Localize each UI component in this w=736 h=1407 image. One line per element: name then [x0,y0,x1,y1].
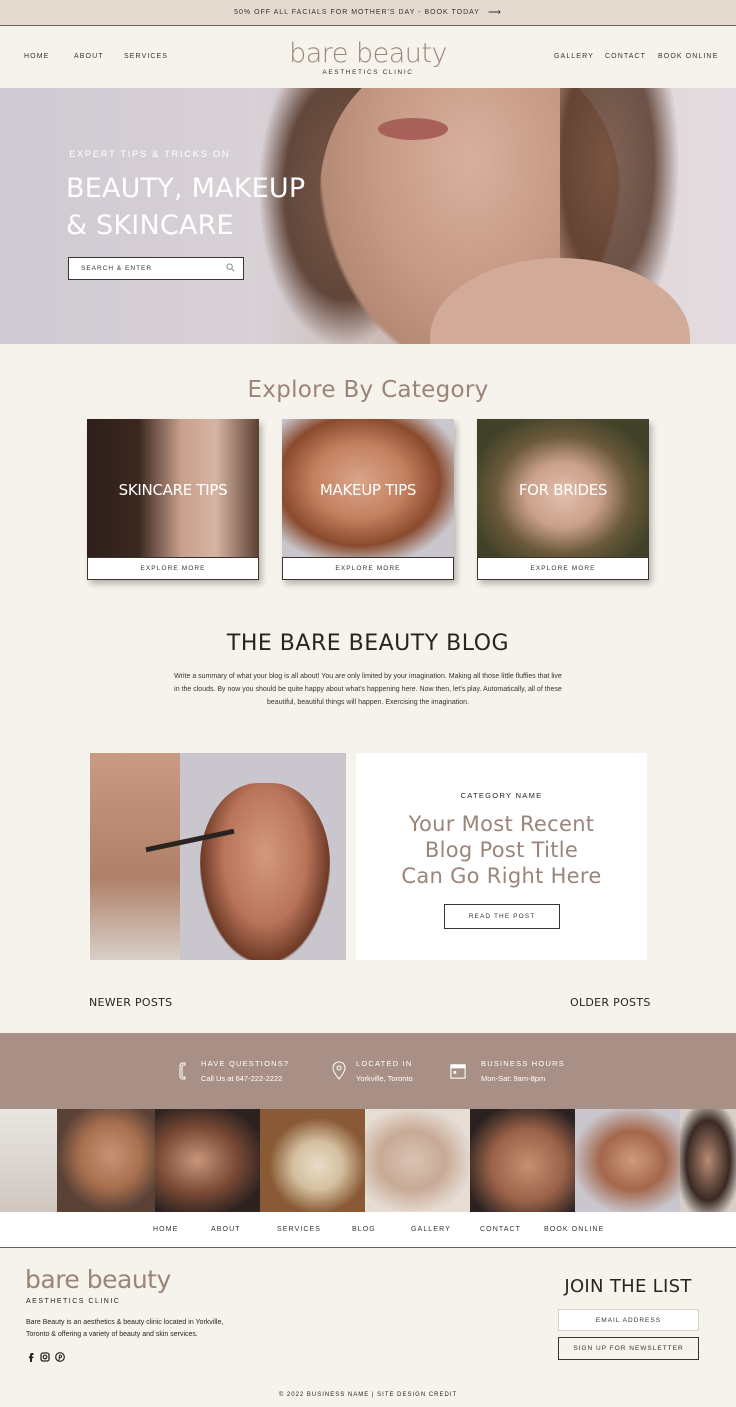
explore-title: Explore By Category [247,377,489,403]
footer-logo-subtitle: AESTHETICS CLINIC [26,1298,121,1305]
post-category[interactable]: CATEGORY NAME [356,791,647,800]
blog-description: Write a summary of what your blog is all… [174,673,562,706]
search-placeholder: SEARCH & ENTER [81,265,153,272]
instagram-photo[interactable] [57,1109,155,1212]
footer-nav-home[interactable]: HOME [153,1226,178,1233]
footer-nav-contact[interactable]: CONTACT [480,1226,521,1233]
calendar-icon [450,1064,466,1079]
category-label: MAKEUP TIPS [319,481,417,499]
info-title: LOCATED IN [356,1059,413,1068]
instagram-photo[interactable] [155,1109,260,1212]
post-title-line: Your Most Recent [408,812,595,836]
newsletter-signup-button[interactable]: SIGN UP FOR NEWSLETTER [558,1337,699,1360]
info-title: BUSINESS HOURS [481,1059,565,1068]
search-icon[interactable] [226,263,235,272]
hero-title-line: & SKINCARE [66,210,234,241]
post-title-line: Can Go Right Here [401,864,602,888]
instagram-photo[interactable] [680,1109,736,1212]
info-bar: HAVE QUESTIONS? Call Us at 647-222-2222 … [0,1033,736,1109]
phone-icon [179,1062,186,1080]
instagram-icon[interactable] [40,1352,50,1362]
footer-logo[interactable]: bare beauty [25,1265,171,1294]
instagram-feed [0,1109,736,1212]
footer-nav-about[interactable]: ABOUT [211,1226,241,1233]
hero-title-line: BEAUTY, MAKEUP [66,173,306,204]
location-pin-icon [332,1061,346,1080]
footer-nav-blog[interactable]: BLOG [352,1226,376,1233]
nav-book-online[interactable]: BOOK ONLINE [658,53,718,60]
footer-description: Bare Beauty is an aesthetics & beauty cl… [26,1319,224,1338]
post-title[interactable]: Your Most Recent Blog Post Title Can Go … [356,811,647,889]
explore-more-button[interactable]: EXPLORE MORE [87,557,259,580]
nav-contact[interactable]: CONTACT [605,53,646,60]
copyright-text: © 2022 BUSINESS NAME | SITE DESIGN CREDI… [278,1392,458,1398]
instagram-photo[interactable] [0,1109,57,1212]
promo-bar[interactable]: 50% OFF ALL FACIALS FOR MOTHER'S DAY - B… [0,0,736,26]
footer-nav-gallery[interactable]: GALLERY [411,1226,451,1233]
facebook-icon[interactable] [26,1352,36,1362]
info-value: Call Us at 647-222-2222 [201,1074,283,1083]
category-card-brides[interactable]: FOR BRIDES EXPLORE MORE [477,419,649,580]
instagram-photo[interactable] [470,1109,575,1212]
footer-nav-services[interactable]: SERVICES [277,1226,321,1233]
join-list-title: JOIN THE LIST [564,1276,692,1297]
recent-post-card: CATEGORY NAME Your Most Recent Blog Post… [356,753,647,960]
instagram-photo[interactable] [365,1109,470,1212]
footer-nav-book-online[interactable]: BOOK ONLINE [544,1226,604,1233]
footer-nav: HOME ABOUT SERVICES BLOG GALLERY CONTACT… [0,1212,736,1248]
logo-subtitle: AESTHETICS CLINIC [322,69,414,76]
recent-post-photo[interactable] [90,753,346,960]
newer-posts-link[interactable]: NEWER POSTS [89,996,172,1009]
pinterest-icon[interactable] [55,1352,65,1362]
hero-photo-lips [378,118,448,140]
site-header: HOME ABOUT SERVICES bare beauty AESTHETI… [0,26,736,88]
older-posts-link[interactable]: OLDER POSTS [570,996,651,1009]
read-post-button[interactable]: READ THE POST [444,904,560,929]
info-value: Mon-Sat: 9am-8pm [481,1074,546,1083]
nav-gallery[interactable]: GALLERY [554,53,594,60]
info-title: HAVE QUESTIONS? [201,1059,290,1068]
info-value: Yorkville, Toronto [356,1074,413,1083]
promo-text[interactable]: 50% OFF ALL FACIALS FOR MOTHER'S DAY - B… [234,9,480,16]
explore-more-button[interactable]: EXPLORE MORE [477,557,649,580]
category-label: SKINCARE TIPS [118,481,228,499]
hero-banner: EXPERT TIPS & TRICKS ON BEAUTY, MAKEUP &… [0,88,736,344]
instagram-photo[interactable] [575,1109,680,1212]
instagram-photo[interactable] [260,1109,365,1212]
category-card-makeup[interactable]: MAKEUP TIPS EXPLORE MORE [282,419,454,580]
search-input[interactable]: SEARCH & ENTER [68,257,244,280]
email-field[interactable]: EMAIL ADDRESS [558,1309,699,1331]
blog-section-title: THE BARE BEAUTY BLOG [226,631,510,656]
category-label: FOR BRIDES [518,481,608,499]
hero-title: BEAUTY, MAKEUP & SKINCARE [66,170,305,244]
explore-more-button[interactable]: EXPLORE MORE [282,557,454,580]
post-title-line: Blog Post Title [424,838,579,862]
arrow-right-icon: ⟶ [487,7,502,17]
category-card-skincare[interactable]: SKINCARE TIPS EXPLORE MORE [87,419,259,580]
hero-kicker: EXPERT TIPS & TRICKS ON [69,149,231,160]
